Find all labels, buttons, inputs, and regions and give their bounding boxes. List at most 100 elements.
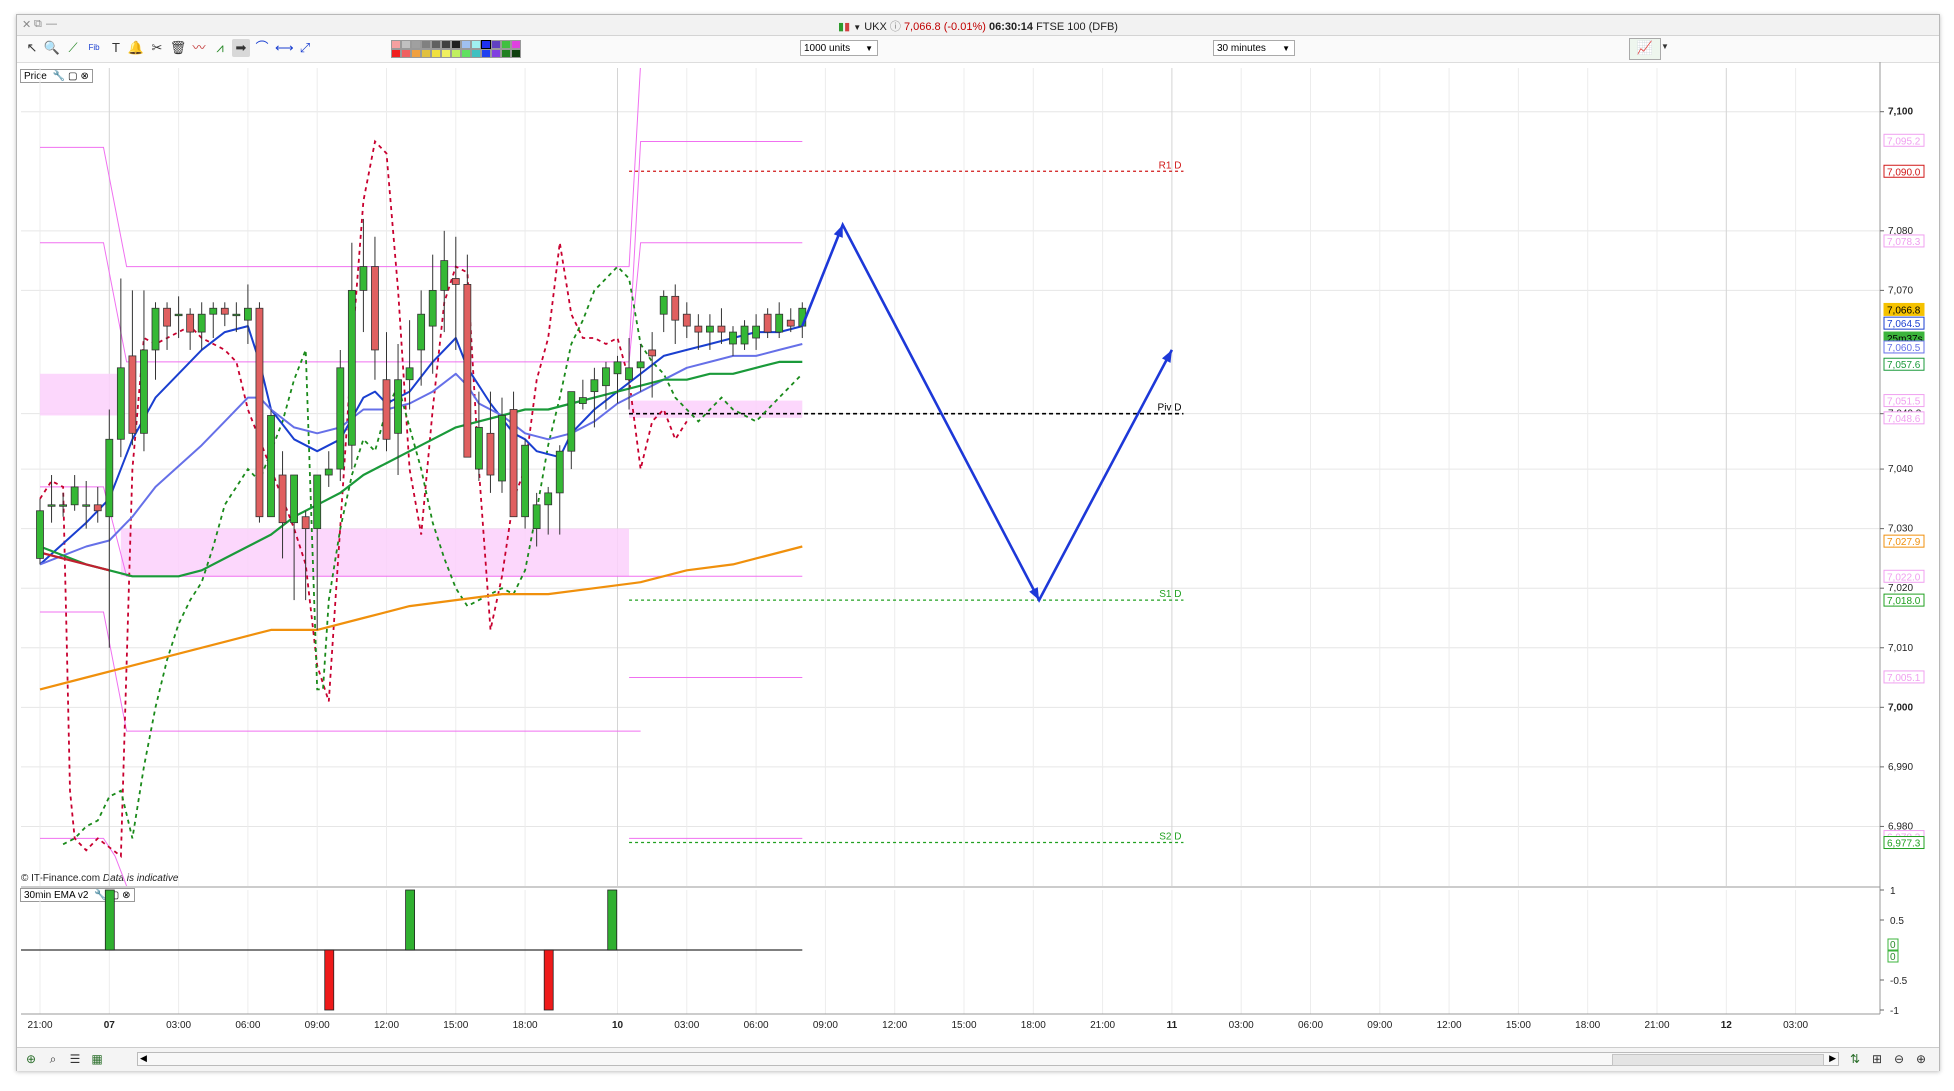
candle-body — [451, 278, 460, 285]
pivot-label: R1 D — [1159, 160, 1182, 171]
indicator-bar — [405, 889, 416, 951]
time-axis-label: 09:00 — [813, 1020, 838, 1031]
candle-body — [625, 367, 633, 381]
time-axis-label: 18:00 — [1021, 1020, 1046, 1031]
candle-body — [763, 313, 772, 333]
candle-body — [706, 325, 714, 333]
time-axis-label: 12:00 — [1437, 1020, 1462, 1031]
candle-body — [740, 325, 749, 345]
support-zone — [120, 528, 630, 577]
candle-body — [82, 504, 91, 507]
indicator-axis-label: 1 — [1890, 886, 1896, 897]
support-zone — [40, 373, 121, 416]
price-chart[interactable]: R1 DPiv DS1 DS2 D6,9806,9907,0007,0107,0… — [0, 0, 1954, 1091]
candle-body — [220, 307, 229, 315]
price-tag-label: 7,048.6 — [1887, 414, 1921, 425]
candle-body — [278, 474, 287, 524]
time-axis-label: 18:00 — [513, 1020, 538, 1031]
price-tag-label: 6,977.3 — [1887, 839, 1921, 850]
candle-body — [324, 468, 333, 476]
candle-body — [440, 260, 449, 291]
time-axis-label: 03:00 — [1783, 1020, 1808, 1031]
candle-body — [463, 284, 472, 458]
time-axis-label: 12:00 — [882, 1020, 907, 1031]
time-axis-label: 03:00 — [166, 1020, 191, 1031]
price-tag-label: 7,057.6 — [1887, 360, 1921, 371]
price-tag-label: 7,051.5 — [1887, 397, 1921, 408]
price-tag-label: 7,090.0 — [1887, 167, 1921, 178]
candle-body — [694, 325, 703, 333]
time-axis-label: 06:00 — [1298, 1020, 1323, 1031]
time-axis-label: 07 — [104, 1020, 116, 1031]
price-tag-label: 7,018.0 — [1887, 596, 1921, 607]
candle-body — [602, 367, 610, 387]
indicator-bar — [607, 889, 618, 951]
candle-body — [209, 307, 218, 315]
pivot-label: Piv D — [1158, 403, 1182, 414]
candle-body — [544, 492, 553, 506]
price-tag-label: 7,066.8 — [1887, 305, 1921, 316]
candle-body — [405, 367, 414, 381]
candle-body — [255, 307, 264, 518]
price-axis-label: 7,100 — [1888, 107, 1913, 118]
price-axis-label: 7,010 — [1888, 643, 1913, 654]
candle-body — [359, 266, 368, 291]
projection-arrowhead — [833, 224, 843, 238]
time-axis-label: 06:00 — [744, 1020, 769, 1031]
projection-arrowhead — [1029, 587, 1040, 601]
price-tag-label: 7,064.5 — [1887, 319, 1921, 330]
envelope-band-line — [40, 611, 641, 732]
price-axis-label: 7,040 — [1888, 464, 1913, 475]
candle-body — [347, 289, 356, 446]
candle-body — [590, 379, 599, 393]
price-tag-label: 7,027.9 — [1887, 537, 1921, 548]
candle-body — [290, 474, 299, 524]
time-axis-label: 15:00 — [951, 1020, 976, 1031]
candle-body — [717, 325, 726, 333]
candle-body — [671, 295, 680, 321]
candle-body — [128, 355, 137, 434]
candle-body — [36, 510, 44, 559]
candle-body — [474, 426, 483, 470]
candle-body — [93, 504, 102, 512]
candle-body — [555, 450, 564, 494]
price-tag-label: 7,095.2 — [1887, 136, 1921, 147]
projection-arrowhead — [1161, 349, 1172, 363]
candle-body — [498, 415, 506, 482]
candle-body — [578, 397, 587, 404]
time-axis-label: 06:00 — [235, 1020, 260, 1031]
candle-body — [174, 313, 183, 317]
indicator-axis-label: -0.5 — [1890, 976, 1908, 987]
indicator-zero-tag: 0 — [1890, 940, 1896, 951]
candle-body — [382, 379, 391, 440]
envelope-band-line — [40, 837, 128, 886]
candle-body — [521, 444, 529, 518]
candle-body — [151, 307, 160, 351]
price-axis-label: 7,020 — [1888, 583, 1913, 594]
price-axis-label: 7,000 — [1888, 702, 1913, 713]
indicator-zero-tag: 0 — [1890, 952, 1896, 963]
candle-body — [752, 325, 760, 339]
candle-body — [140, 349, 148, 434]
time-axis-label: 11 — [1167, 1020, 1178, 1031]
pivot-label: S2 D — [1159, 832, 1181, 843]
candle-body — [336, 367, 345, 470]
candle-body — [636, 361, 645, 369]
candle-body — [371, 266, 379, 351]
candle-body — [197, 313, 206, 333]
candle-body — [613, 361, 622, 375]
time-axis-label: 03:00 — [674, 1020, 699, 1031]
candle-body — [232, 313, 241, 317]
time-axis-label: 12:00 — [374, 1020, 399, 1031]
candle-body — [775, 313, 784, 333]
candle-body — [313, 474, 322, 530]
price-tag-label: 7,022.0 — [1887, 572, 1921, 583]
time-axis-label: 12 — [1721, 1020, 1733, 1031]
time-axis-label: 21:00 — [1090, 1020, 1115, 1031]
candle-body — [243, 307, 252, 321]
price-tag-label: 7,005.1 — [1887, 673, 1921, 684]
price-axis-label: 6,990 — [1888, 762, 1913, 773]
time-axis-label: 21:00 — [1644, 1020, 1669, 1031]
candle-body — [648, 349, 657, 357]
candle-body — [59, 504, 67, 507]
